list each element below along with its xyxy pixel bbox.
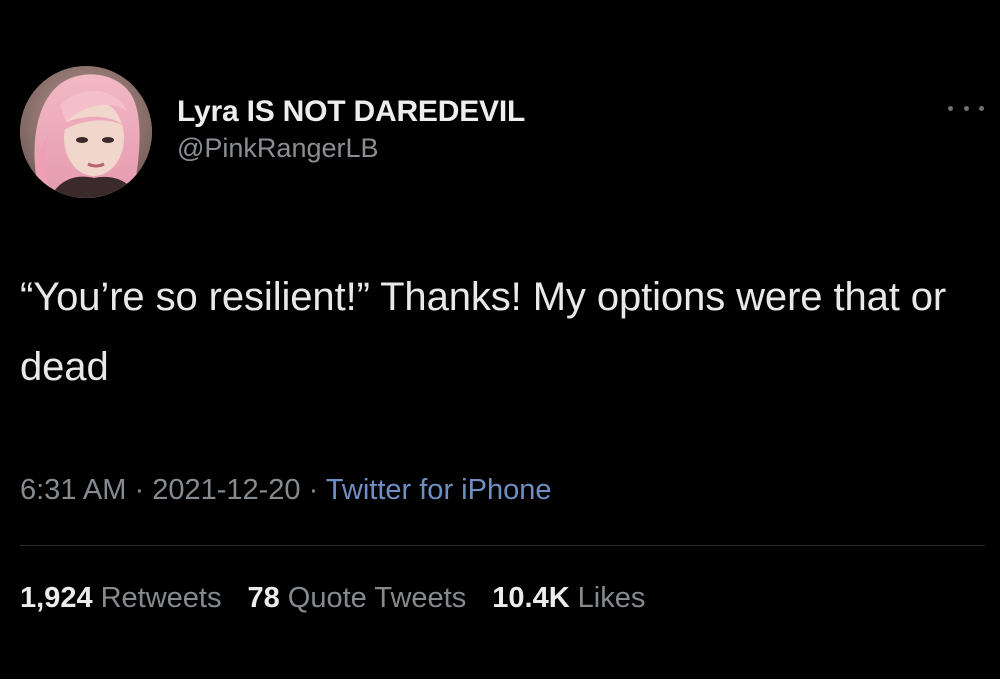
ellipsis-icon [963,105,969,111]
user-handle[interactable]: @PinkRangerLB [177,131,525,165]
quote-tweets-label: Quote Tweets [287,582,467,614]
meta-separator: · [134,474,153,506]
quote-tweets-count: 78 [247,582,280,614]
display-name[interactable]: Lyra IS NOT DAREDEVIL [177,93,525,131]
tweet-source-link[interactable]: Twitter for iPhone [326,474,552,506]
tweet-time[interactable]: 6:31 AM [20,474,126,506]
retweets-count: 1,924 [20,582,93,614]
retweets-stat[interactable]: 1,924 Retweets [20,578,221,618]
tweet-stats: 1,924 Retweets 78 Quote Tweets 10.4K Likes [20,578,663,618]
tweet-meta: 6:31 AM · 2021-12-20 · Twitter for iPhon… [20,470,551,510]
retweets-label: Retweets [100,582,222,614]
avatar[interactable] [20,66,152,198]
tweet-date[interactable]: 2021-12-20 [152,474,300,506]
quote-tweets-stat[interactable]: 78 Quote Tweets [248,578,467,618]
ellipsis-icon [979,105,984,111]
more-options-button[interactable] [948,100,984,116]
tweet-header: Lyra IS NOT DAREDEVIL @PinkRangerLB [20,64,525,200]
tweet-text: “You’re so resilient!” Thanks! My option… [20,275,947,389]
likes-stat[interactable]: 10.4K Likes [492,578,645,618]
avatar-image [20,66,152,198]
meta-separator: · [308,474,326,506]
divider [20,545,985,546]
tweet-card: Lyra IS NOT DAREDEVIL @PinkRangerLB “You… [0,0,1000,679]
user-names: Lyra IS NOT DAREDEVIL @PinkRangerLB [177,93,525,165]
likes-label: Likes [577,582,646,614]
likes-count: 10.4K [492,582,570,614]
ellipsis-icon [948,105,953,111]
